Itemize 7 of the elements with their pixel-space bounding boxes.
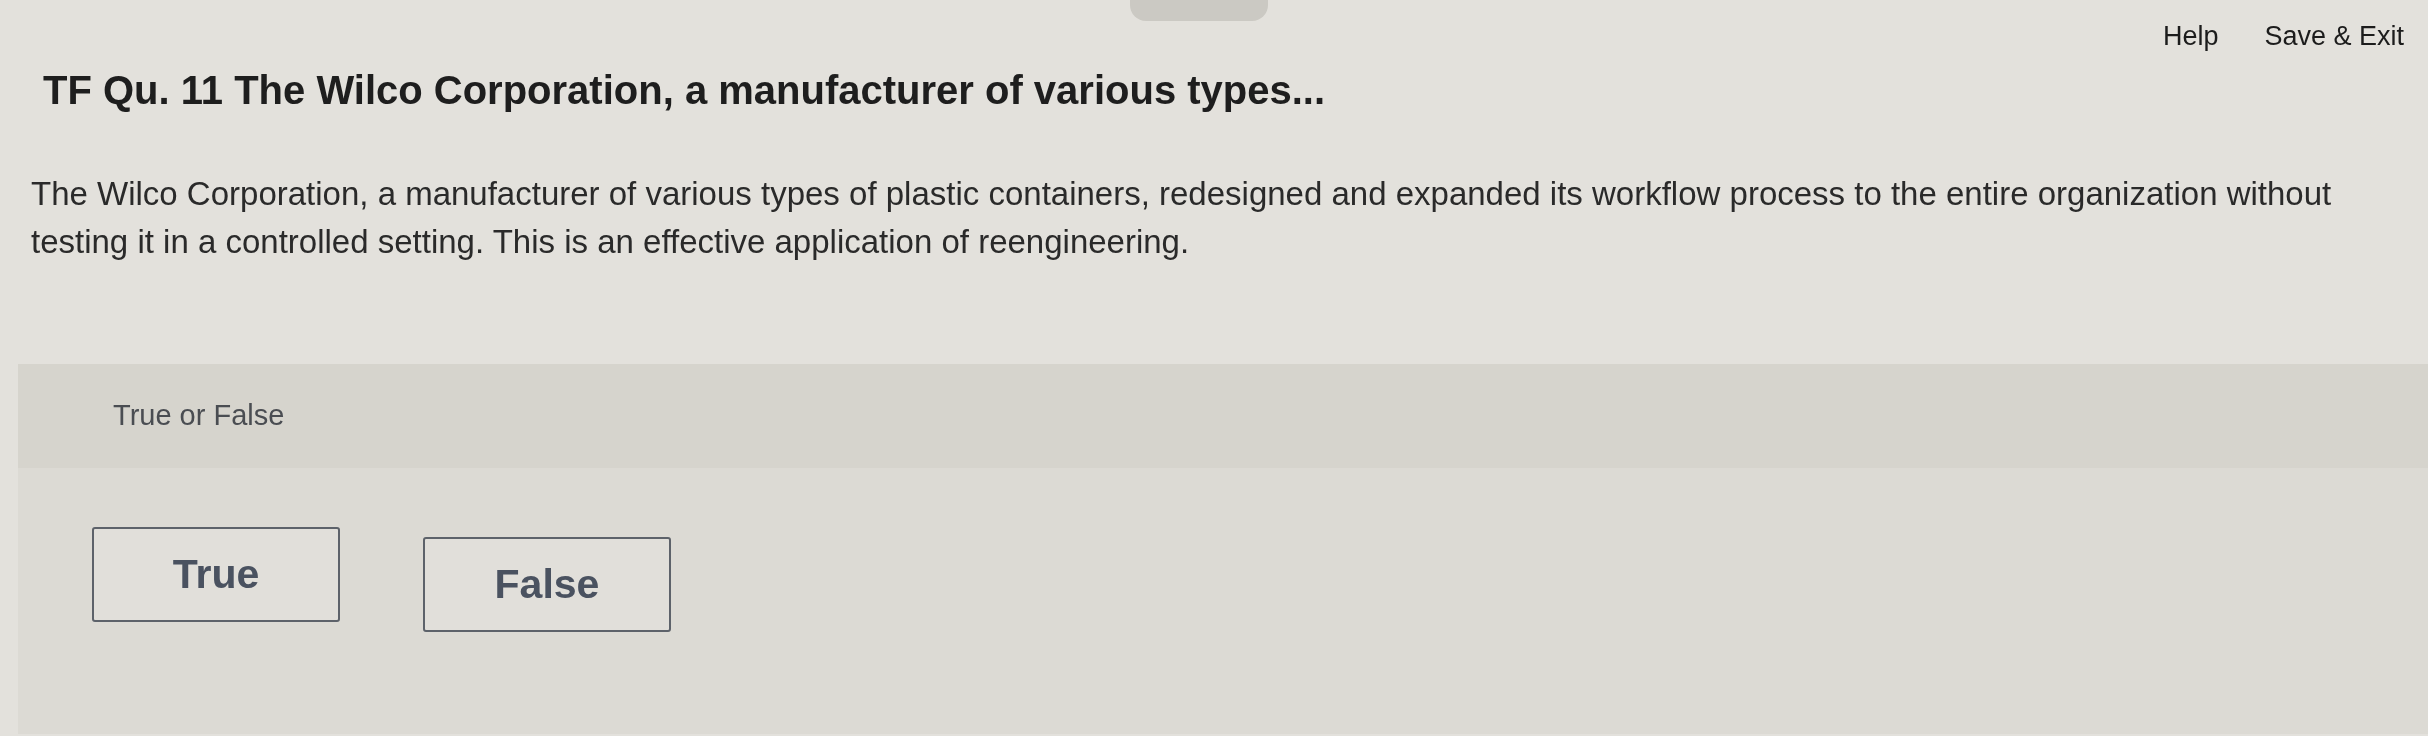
question-text: The Wilco Corporation, a manufacturer of various types of plastic containers, redesigned and expanded its workflow process to the entire organization without testing it in a controlled setting. This is an effective application of reengineering. xyxy=(31,174,2333,262)
question-title: TF Qu. 11 The Wilco Corporation, a manufacturer of various types... xyxy=(43,67,1327,114)
answer-option-button[interactable]: False xyxy=(423,537,671,632)
help-link[interactable]: Help xyxy=(2162,20,2219,52)
answer-prompt: True or False xyxy=(113,398,285,434)
answer-option-button[interactable]: True xyxy=(92,527,340,622)
save-exit-link[interactable]: Save & Exit xyxy=(2264,20,2404,52)
